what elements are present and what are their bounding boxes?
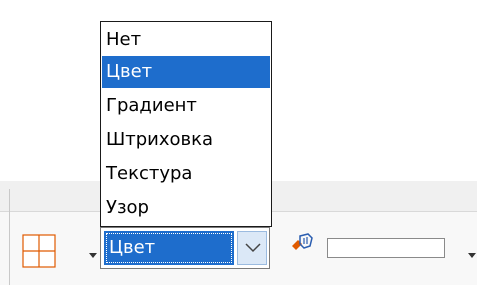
area-style-value[interactable]: Цвет: [104, 231, 234, 265]
list-item[interactable]: Цвет: [102, 56, 270, 88]
chevron-down-icon: [245, 243, 261, 253]
list-item[interactable]: Нет: [102, 24, 270, 56]
combo-dropdown-button[interactable]: [237, 231, 267, 265]
borders-dropdown-arrow-icon[interactable]: [89, 253, 97, 258]
highlight-color-swatch[interactable]: [327, 238, 445, 258]
app-window: Цвет Нет Цвет Градиент Штриховка Текстур…: [0, 0, 477, 285]
area-style-dropdown-list: Нет Цвет Градиент Штриховка Текстура Узо…: [100, 21, 272, 227]
divider: [9, 189, 10, 285]
list-item[interactable]: Текстура: [102, 158, 270, 190]
highlight-dropdown-arrow-icon[interactable]: [468, 253, 476, 258]
area-style-combobox[interactable]: Цвет: [100, 227, 270, 269]
highlight-color-icon[interactable]: [290, 232, 318, 256]
list-item[interactable]: Штриховка: [102, 124, 270, 156]
borders-icon[interactable]: [22, 234, 56, 268]
list-item[interactable]: Узор: [102, 192, 270, 224]
list-item[interactable]: Градиент: [102, 90, 270, 122]
